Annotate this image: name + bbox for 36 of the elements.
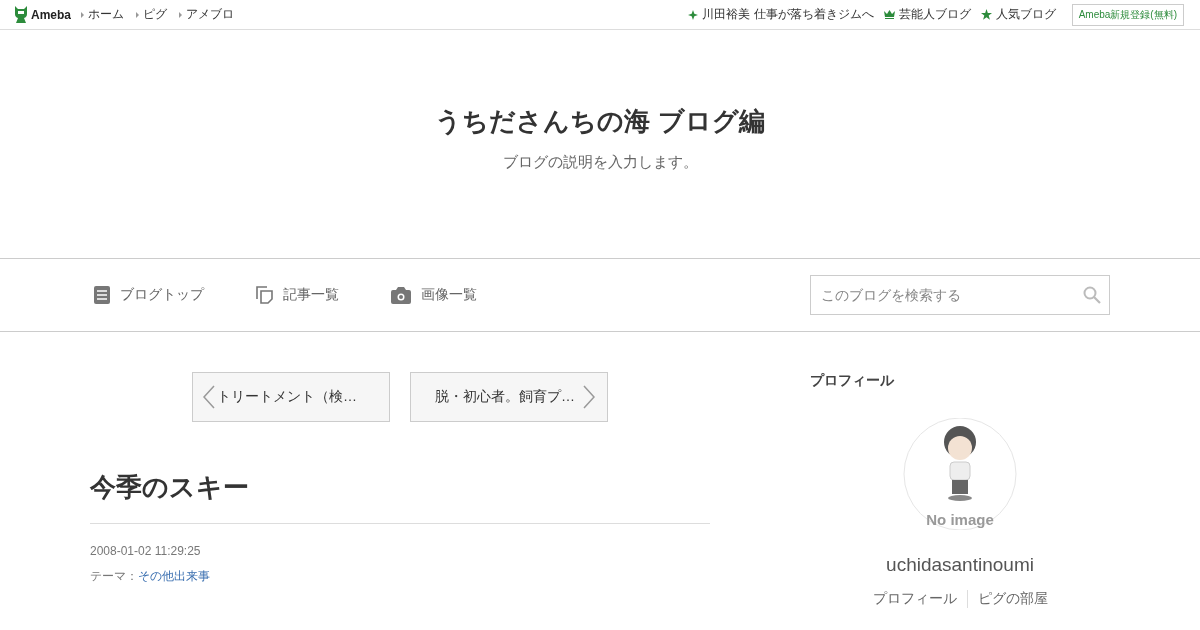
next-entry-link[interactable]: 脱・初心者。飼育プ… (410, 372, 608, 422)
blog-title[interactable]: うちださんちの海 ブログ編 (435, 104, 765, 139)
crown-icon (883, 10, 895, 19)
sparkle-icon (688, 9, 699, 20)
theme-link[interactable]: その他出来事 (138, 568, 210, 585)
nav-link[interactable]: ブログトップ (94, 286, 204, 304)
entry-date: 2008-01-02 11:29:25 (90, 544, 202, 558)
top-nav-link[interactable]: ピグ (136, 6, 167, 23)
nav-link[interactable]: 記事一覧 (256, 286, 339, 304)
blog-description: ブログの説明を入力します。 (502, 153, 698, 172)
copy-icon (256, 286, 273, 304)
profile-link[interactable]: プロフィール (862, 590, 967, 608)
avatar-icon[interactable] (900, 418, 1020, 530)
top-right-link[interactable]: 人気ブログ (980, 6, 1056, 23)
theme-label: テーマ： (90, 568, 138, 585)
ameba-logo[interactable]: Ameba (14, 6, 71, 23)
profile-link[interactable]: ピグの部屋 (966, 590, 1058, 608)
profile-name[interactable]: uchidasantinoumi (886, 554, 1034, 576)
avatar-caption: No image (925, 511, 995, 528)
profile-heading: プロフィール (810, 372, 894, 390)
logo-text: Ameba (31, 7, 71, 22)
top-nav-link[interactable]: アメブロ (179, 6, 234, 23)
entry-title[interactable]: 今季のスキー (90, 470, 710, 524)
nav-link[interactable]: 画像一覧 (391, 286, 477, 304)
register-button[interactable]: Ameba新規登録(無料) (1071, 3, 1184, 26)
camera-icon (391, 286, 411, 304)
top-nav-link[interactable]: ホーム (81, 6, 124, 23)
previous-entry-link[interactable]: トリートメント（検… (192, 372, 390, 422)
star-icon (980, 9, 992, 20)
left-chevron-icon (203, 385, 215, 409)
top-right-link[interactable]: 川田裕美 仕事が落ち着きジムへ (688, 6, 874, 23)
mascot-icon (14, 6, 28, 23)
document-icon (94, 286, 110, 304)
search-field[interactable]: このブログを検索する (810, 275, 1110, 315)
top-right-link[interactable]: 芸能人ブログ (883, 6, 971, 23)
right-chevron-icon (583, 385, 595, 409)
